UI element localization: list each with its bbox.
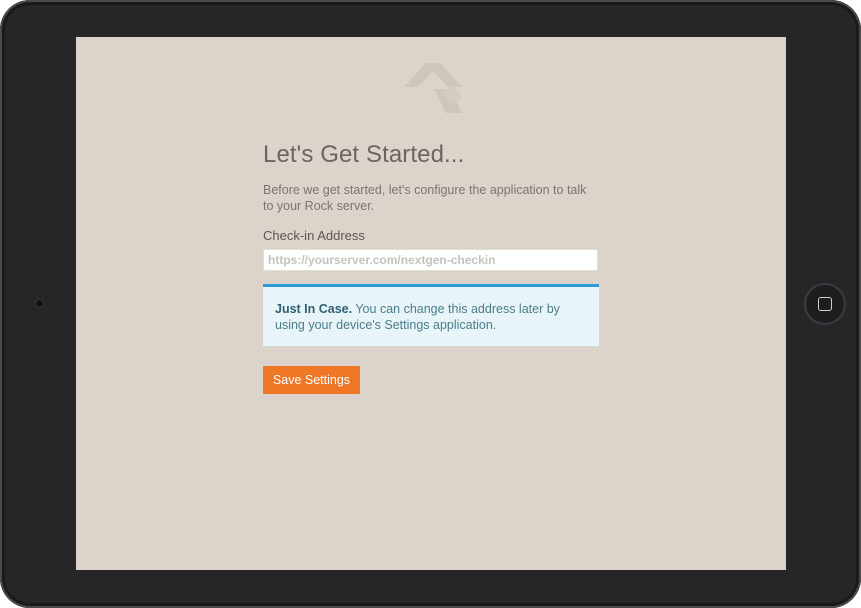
home-button[interactable] <box>804 283 846 325</box>
home-square-icon <box>818 297 832 311</box>
save-settings-button[interactable]: Save Settings <box>263 366 360 394</box>
app-screen: Let's Get Started... Before we get start… <box>76 37 786 570</box>
rock-logo-icon <box>404 63 462 113</box>
info-alert: Just In Case. You can change this addres… <box>263 284 599 346</box>
camera-icon <box>35 299 44 308</box>
setup-form: Let's Get Started... Before we get start… <box>263 141 599 394</box>
page-title: Let's Get Started... <box>263 141 465 168</box>
alert-heading: Just In Case. <box>275 302 353 316</box>
checkin-address-label: Check-in Address <box>263 228 365 243</box>
tablet-frame: Let's Get Started... Before we get start… <box>0 0 861 608</box>
page-subtitle: Before we get started, let's configure t… <box>263 183 587 213</box>
checkin-address-input[interactable] <box>263 249 598 271</box>
